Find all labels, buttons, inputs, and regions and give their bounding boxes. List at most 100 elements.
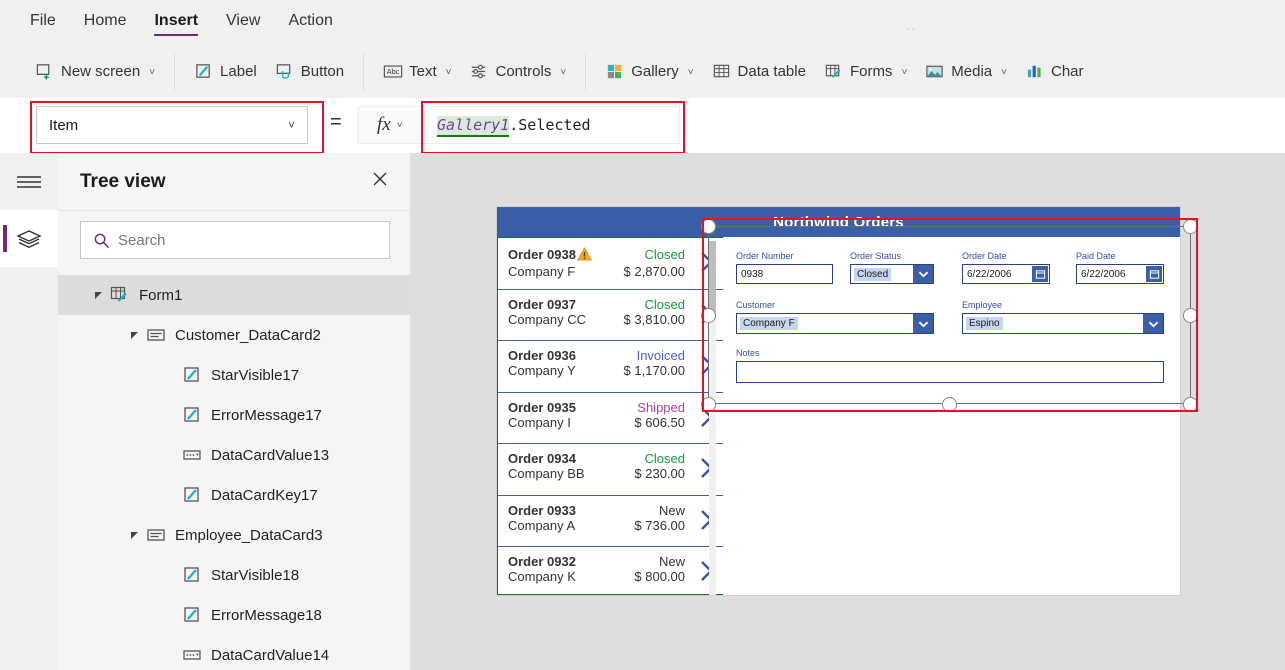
gallery-item[interactable]: Order 0936 Invoiced Company Y $ 1,170.00 [498,341,723,393]
expand-caret-icon[interactable] [128,329,140,341]
gallery-item-amount: $ 2,870.00 [623,264,685,279]
field-order-status[interactable]: Order Status Closed [850,251,934,284]
gallery-item[interactable]: Order 0932 New Company K $ 800.00 [498,547,723,594]
ribbon-new-screen-button[interactable]: New screen ˅ [26,58,164,85]
gallery-item[interactable]: Order 0933 New Company A $ 736.00 [498,496,723,547]
tree-item-customer_datacard2[interactable]: Customer_DataCard2 [58,315,410,355]
ribbon-label-button[interactable]: Label [185,58,266,85]
rail-item-tree-view[interactable] [0,210,58,267]
gallery-item[interactable]: Order 0937 Closed Company CC $ 3,810.00 [498,290,723,341]
input-order-number[interactable]: 0938 [736,264,833,284]
chevron-down-icon[interactable] [913,314,933,333]
gallery-item[interactable]: Order 0935 Shipped Company I $ 606.50 [498,393,723,444]
tree-item-errormessage18[interactable]: ErrorMessage18 [58,595,410,635]
menu-item-home[interactable]: Home [84,12,127,34]
datacard-icon [146,325,166,345]
selection-handle-bottom-center[interactable] [942,397,957,412]
datepicker-paid-date[interactable]: 6/22/2006 [1076,264,1164,284]
selection-handle-mid-right[interactable] [1183,308,1198,323]
tree-view-panel: Tree view Search Form1 Customer_DataCard2… [58,153,464,670]
menu-item-file[interactable]: File [30,12,56,34]
dropdown-employee[interactable]: Espino [962,313,1164,334]
menu-item-insert[interactable]: Insert [154,12,198,36]
selection-handle-mid-left[interactable] [701,308,716,323]
field-customer[interactable]: Customer Company F [736,300,934,334]
ribbon-data-table-label: Data table [737,63,806,80]
property-selector-dropdown[interactable]: Item ˅ [36,106,308,144]
selection-handle-bottom-left[interactable] [701,397,716,412]
field-order-date[interactable]: Order Date 6/22/2006 [962,251,1050,284]
forms-icon [824,62,843,81]
chevron-down-icon[interactable] [1143,314,1163,333]
tree-item-starvisible17[interactable]: StarVisible17 [58,355,410,395]
rail-active-indicator [3,225,7,252]
expand-caret-icon[interactable] [92,289,104,301]
charts-icon [1025,62,1044,81]
caret-spacer [164,609,176,621]
tree-item-errormessage17[interactable]: ErrorMessage17 [58,395,410,435]
dropdown-customer[interactable]: Company F [736,313,934,334]
menu-item-action[interactable]: Action [288,12,332,34]
ribbon-forms-button[interactable]: Forms ˅ [815,58,916,85]
formula-expression: Gallery1.Selected [429,116,591,137]
chevron-down-icon[interactable]: ˅ [391,120,403,131]
dropdown-order-status[interactable]: Closed [850,264,934,284]
ribbon-controls-button[interactable]: Controls ˅ [460,58,575,85]
ribbon-charts-label: Char [1050,63,1084,80]
chevron-down-icon: ˅ [1001,67,1007,78]
svg-text:Abc: Abc [387,67,400,76]
ribbon-charts-button[interactable]: Char [1016,58,1093,85]
close-icon[interactable] [370,169,410,194]
calendar-icon[interactable] [1032,266,1048,282]
tree-item-starvisible18[interactable]: StarVisible18 [58,555,410,595]
tree-search-box[interactable]: Search [80,221,390,259]
tree-item-datacardvalue13[interactable]: DataCardValue13 [58,435,410,475]
gallery-scrollbar[interactable] [709,241,716,595]
tree-item-datacardkey17[interactable]: DataCardKey17 [58,475,410,515]
tree-item-form1[interactable]: Form1 [58,275,410,315]
calendar-icon[interactable] [1146,266,1162,282]
gallery-item-company: Company F [508,264,576,279]
selection-handle-top-left[interactable] [701,219,716,234]
selection-handle-top-right[interactable] [1183,219,1198,234]
gallery-item-status: New [658,554,685,569]
field-employee[interactable]: Employee Espino [962,300,1164,334]
selection-handle-bottom-right[interactable] [1183,397,1198,412]
gallery-item[interactable]: Order 0938 Closed Company F $ 2,870.00 [498,238,723,290]
ribbon-button-button[interactable]: Button [266,58,353,85]
ribbon-gallery-button[interactable]: Gallery ˅ [596,58,702,85]
field-order-number[interactable]: Order Number 0938 [736,251,833,284]
chevron-down-icon[interactable] [913,265,933,283]
label-control-icon [182,565,202,585]
ribbon-text-button[interactable]: Abc Text ˅ [374,58,460,85]
search-placeholder: Search [118,231,166,249]
tree-item-employee_datacard3[interactable]: Employee_DataCard3 [58,515,410,555]
orders-gallery[interactable]: Order 0938 Closed Company F $ 2,870.00 Order… [497,237,723,595]
button-icon [275,62,294,81]
hamburger-menu-button[interactable] [0,153,58,210]
tree-view-title: Tree view [80,170,166,192]
fx-icon[interactable]: fx [359,114,391,136]
value-order-date: 6/22/2006 [967,268,1012,280]
gallery-icon [605,62,624,81]
input-notes[interactable] [736,361,1164,383]
gallery-item[interactable]: Order 0934 Closed Company BB $ 230.00 [498,444,723,496]
window-title-overflow: .. [906,18,918,33]
ribbon-media-button[interactable]: Media ˅ [916,58,1016,85]
field-paid-date[interactable]: Paid Date 6/22/2006 [1076,251,1164,284]
ribbon-data-table-button[interactable]: Data table [703,58,815,85]
field-notes[interactable]: Notes [736,348,1164,383]
chevron-down-icon: ˅ [445,67,452,78]
order-edit-form[interactable]: Order Number 0938 Order Status Closed Or… [723,237,1180,415]
tree-view-header: Tree view [58,153,410,211]
expand-caret-icon[interactable] [128,529,140,541]
datepicker-order-date[interactable]: 6/22/2006 [962,264,1050,284]
field-label-order-number: Order Number [736,251,794,261]
tree-item-datacardvalue14[interactable]: DataCardValue14 [58,635,410,670]
formula-input[interactable]: Gallery1.Selected [429,107,679,143]
gallery-item-company: Company CC [508,311,587,327]
gallery-item-order: Order 0935 [508,399,576,415]
tree-item-label: ErrorMessage17 [211,406,322,424]
ribbon-controls-label: Controls [495,63,552,80]
menu-item-view[interactable]: View [226,12,260,34]
